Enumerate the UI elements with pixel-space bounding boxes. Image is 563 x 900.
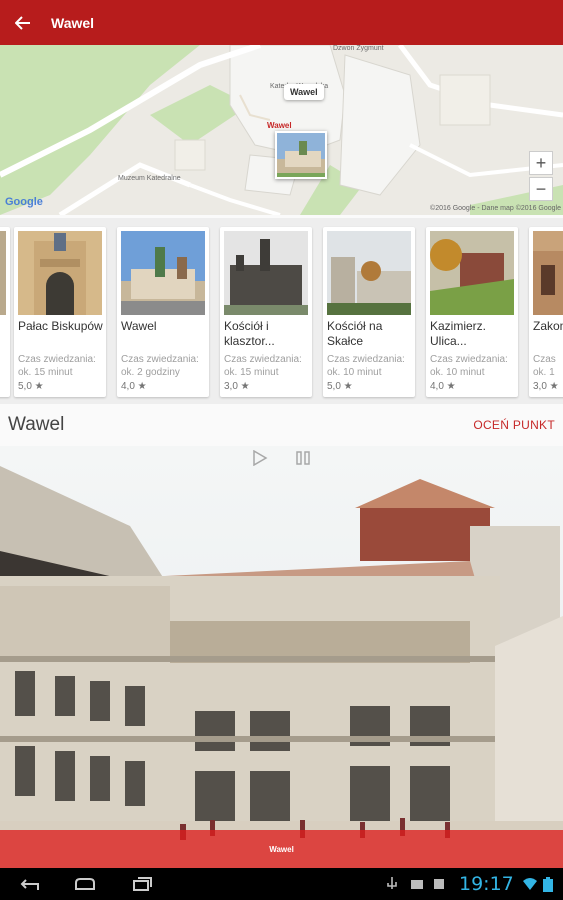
map-marker-label[interactable]: Wawel <box>284 84 324 100</box>
sync-icon <box>434 879 444 889</box>
arrow-back-icon <box>14 15 30 30</box>
play-icon[interactable] <box>251 450 269 466</box>
attraction-title: Kościół na Skałce <box>327 319 383 348</box>
attraction-image <box>224 231 308 315</box>
google-logo: Google <box>5 196 43 208</box>
attraction-time: Czas ok. 1 <box>533 354 556 378</box>
attraction-time: Czas zwiedzania: ok. 15 minut <box>18 354 96 378</box>
attraction-image <box>533 231 563 315</box>
attraction-rating: 5,0 ★ <box>327 381 353 392</box>
attraction-card[interactable]: Kościół i klasztor... Czas zwiedzania: ok… <box>220 227 312 397</box>
home-nav-icon[interactable] <box>72 877 98 891</box>
recents-nav-icon[interactable] <box>130 877 154 891</box>
pause-icon[interactable] <box>294 450 312 466</box>
attraction-title: Kazimierz. Ulica... <box>430 319 487 348</box>
map-background <box>0 45 563 215</box>
battery-icon <box>543 877 553 892</box>
attraction-rating: 5,0 ★ <box>18 381 44 392</box>
photo-notification-icon <box>411 880 423 889</box>
back-button[interactable] <box>0 0 45 45</box>
map-marker-caption: Wawel <box>267 121 292 130</box>
attraction-time: Czas zwiedzania: ok. 2 godziny <box>121 354 199 378</box>
attraction-rating: 4,0 ★ <box>121 381 147 392</box>
photo-caption: Wawel <box>0 830 563 868</box>
attraction-title: Pałac Biskupów <box>18 319 103 333</box>
usb-icon <box>387 877 397 889</box>
attraction-time: Czas zwiedzania: ok. 10 minut <box>430 354 508 378</box>
zoom-in-button[interactable]: + <box>529 151 553 175</box>
map-label-street: Dzwon Zygmunt <box>333 45 384 52</box>
attraction-photo[interactable] <box>0 446 563 868</box>
attraction-image <box>0 231 6 315</box>
attraction-rating: 3,0 ★ <box>533 381 559 392</box>
zoom-out-button[interactable]: − <box>529 177 553 201</box>
attraction-card[interactable]: Kazimierz. Ulica... Czas zwiedzania: ok. … <box>426 227 518 397</box>
attraction-title: Wawel <box>121 319 157 333</box>
app-bar: Wawel <box>0 0 563 45</box>
attraction-time: Czas zwiedzania: ok. 15 minut <box>224 354 302 378</box>
wifi-icon <box>523 878 537 890</box>
map-marker-thumbnail[interactable] <box>275 131 327 179</box>
map-view[interactable]: Dzwon Zygmunt Katedra Wawelska Muzeum Ka… <box>0 45 563 215</box>
attraction-card[interactable]: Kościół na Skałce Czas zwiedzania: ok. 10… <box>323 227 415 397</box>
section-title: Wawel <box>8 414 65 435</box>
attraction-rating: 4,0 ★ <box>430 381 456 392</box>
attraction-image <box>121 231 205 315</box>
rate-point-button[interactable]: OCEŃ PUNKT <box>473 418 555 432</box>
attraction-image <box>430 231 514 315</box>
attraction-title: Kościół i klasztor... <box>224 319 275 348</box>
attraction-rating: 3,0 ★ <box>224 381 250 392</box>
status-clock: 19:17 <box>459 873 514 895</box>
attraction-image <box>327 231 411 315</box>
section-header: Wawel OCEŃ PUNKT <box>0 404 563 446</box>
attraction-time: Czas zwiedzania: ok. 10 minut <box>327 354 405 378</box>
back-nav-icon[interactable] <box>18 878 42 892</box>
page-title: Wawel <box>51 14 95 31</box>
attractions-carousel[interactable]: Pałac Biskupów Czas zwiedzania: ok. 15 mi… <box>0 218 563 404</box>
attraction-card[interactable]: Zakon Augu... Czasok. 1 3,0 ★ <box>529 227 563 397</box>
map-label-museum: Muzeum Katedralne <box>118 175 181 182</box>
attraction-image <box>18 231 102 315</box>
attraction-card[interactable]: Pałac Biskupów Czas zwiedzania: ok. 15 mi… <box>14 227 106 397</box>
attraction-card[interactable]: Wawel Czas zwiedzania: ok. 2 godziny 4,0 … <box>117 227 209 397</box>
attraction-title: Zakon Augu... <box>533 319 563 333</box>
map-copyright: ©2016 Google - Dane map ©2016 Google <box>430 205 561 212</box>
attraction-card[interactable] <box>0 227 10 397</box>
